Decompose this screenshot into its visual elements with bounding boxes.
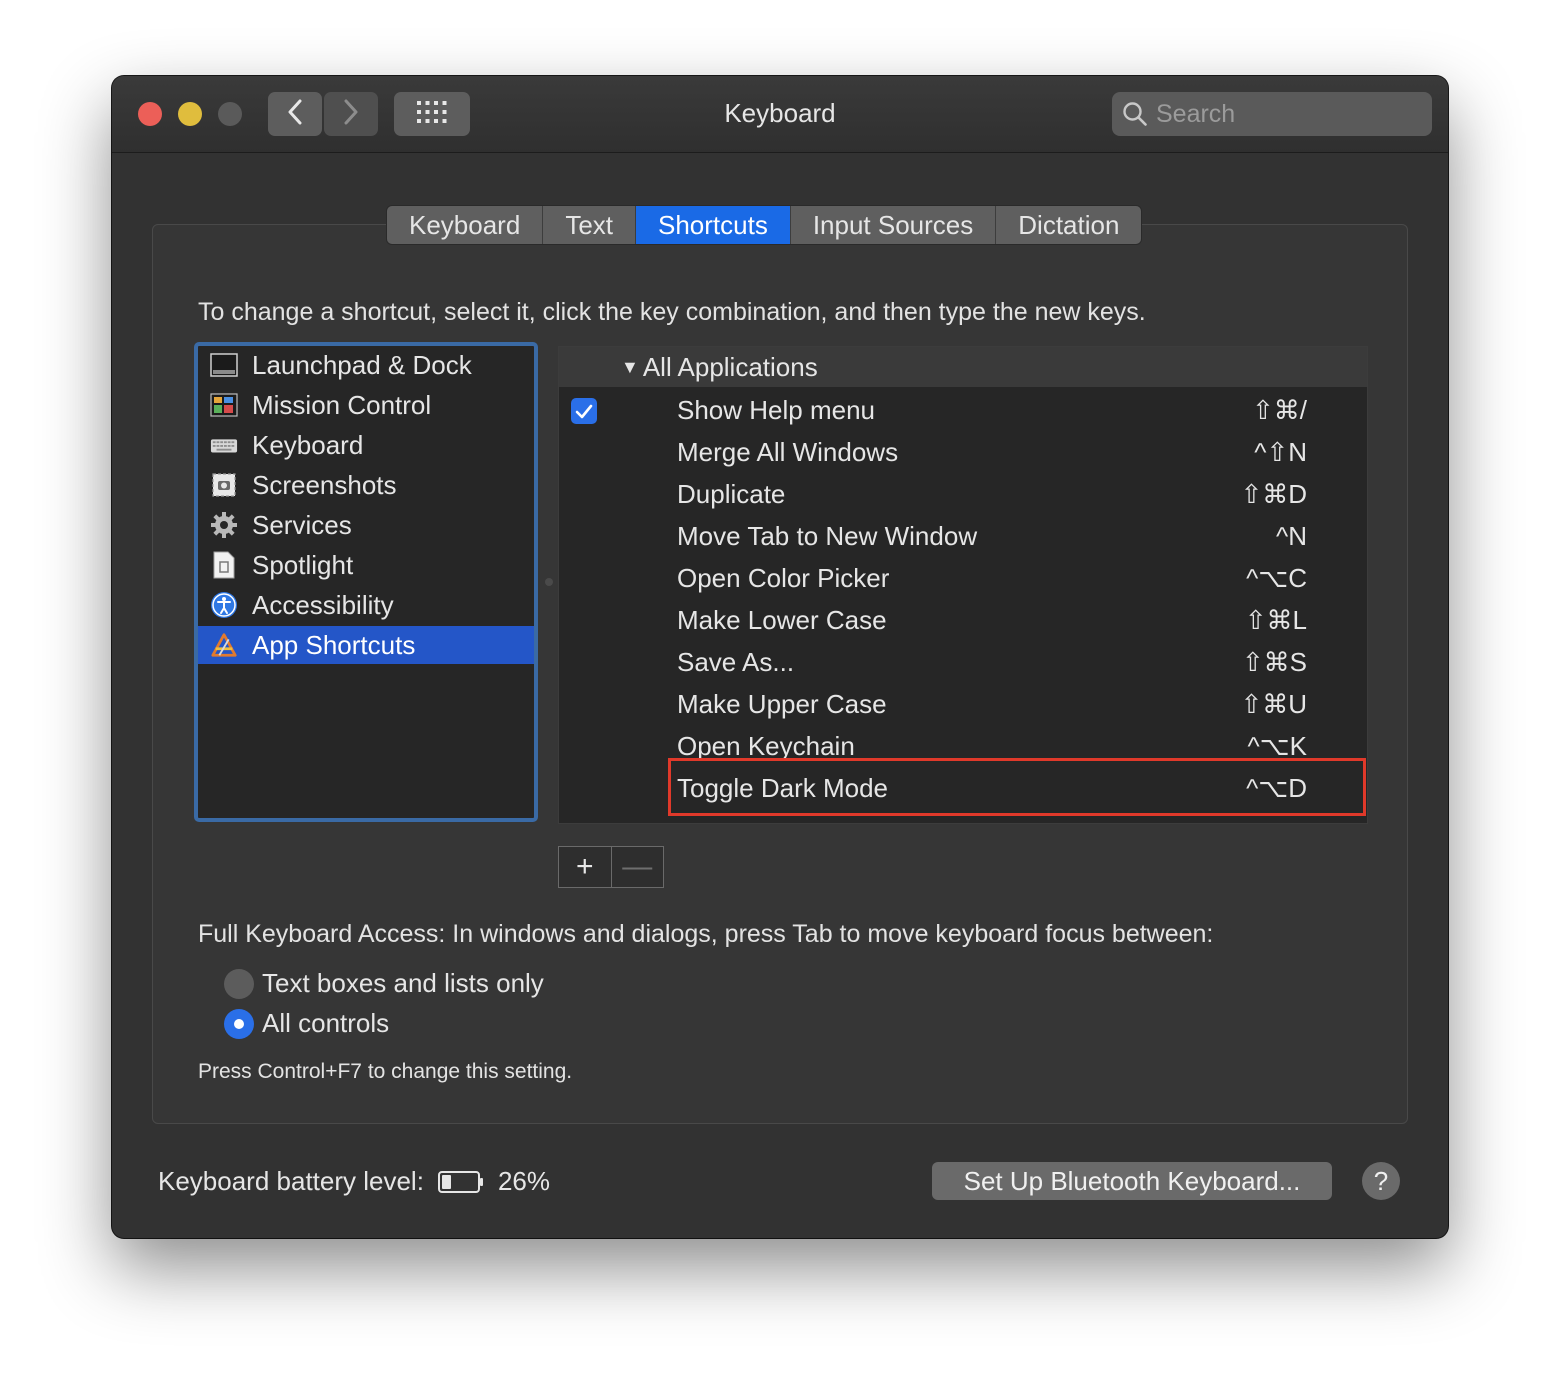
shortcut-keys[interactable]: ⇧⌘U [1240,689,1307,720]
shortcut-name: Make Lower Case [677,605,887,635]
accessibility-icon [210,591,238,619]
app-store-icon [210,631,238,659]
shortcut-row[interactable]: Make Upper Case ⇧⌘U [559,683,1367,725]
full-keyboard-access-label: Full Keyboard Access: In windows and dia… [198,920,1214,948]
shortcut-name: Duplicate [677,479,786,509]
screenshots-icon [210,471,238,499]
remove-shortcut-button[interactable]: — [612,847,664,887]
shortcut-name: Merge All Windows [677,437,899,467]
shortcut-name: Make Upper Case [677,689,887,719]
category-label: Spotlight [252,549,354,580]
enable-checkbox[interactable] [571,398,597,424]
shortcut-group-header[interactable]: ▼ All Applications [559,347,1367,387]
category-mission-control[interactable]: Mission Control [198,386,534,424]
tab-shortcuts[interactable]: Shortcuts [636,206,791,244]
help-button[interactable]: ? [1362,1162,1400,1200]
radio-label: Text boxes and lists only [262,968,544,998]
shortcut-name: Toggle Dark Mode [677,773,888,803]
split-view-handle[interactable] [545,578,553,586]
category-screenshots[interactable]: Screenshots [198,466,534,504]
tab-dictation[interactable]: Dictation [996,206,1142,244]
category-spotlight[interactable]: Spotlight [198,546,534,584]
category-label: Screenshots [252,469,397,500]
shortcut-name: Open Keychain [677,731,855,761]
shortcuts-list[interactable]: ▼ All Applications Show Help menu ⇧⌘/ Me… [558,346,1368,824]
shortcut-name: Move Tab to New Window [677,521,978,551]
setup-bluetooth-keyboard-button[interactable]: Set Up Bluetooth Keyboard... [932,1162,1332,1200]
radio-button[interactable] [224,968,254,999]
shortcut-row[interactable]: Open Keychain ^⌥K [559,725,1367,767]
shortcut-keys[interactable]: ^⇧N [1254,437,1307,468]
shortcut-keys[interactable]: ⇧⌘L [1245,605,1307,636]
search-placeholder: Search [1156,99,1236,128]
category-list[interactable]: Launchpad & Dock Mission Control Keyboar… [194,342,538,822]
shortcut-keys[interactable]: ⇧⌘S [1242,647,1307,678]
shortcut-keys[interactable]: ^N [1276,521,1307,552]
add-shortcut-button[interactable]: + [559,847,612,887]
category-label: App Shortcuts [252,629,416,660]
shortcut-row[interactable]: Duplicate ⇧⌘D [559,473,1367,515]
radio-button[interactable] [224,1008,254,1039]
setting-hint: Press Control+F7 to change this setting. [198,1060,573,1083]
category-label: Accessibility [252,589,394,620]
title-bar: Keyboard Search [112,76,1448,153]
shortcut-keys[interactable]: ⇧⌘D [1240,479,1307,510]
shortcut-keys[interactable]: ^⌥K [1247,731,1307,762]
category-app-shortcuts[interactable]: App Shortcuts [198,626,534,664]
shortcut-name: Save As... [677,647,795,677]
category-label: Launchpad & Dock [252,349,472,380]
category-label: Keyboard [252,429,364,460]
radio-label: All controls [262,1008,390,1038]
category-label: Mission Control [252,389,432,420]
search-icon [1122,101,1148,127]
shortcut-row[interactable]: Merge All Windows ^⇧N [559,431,1367,473]
radio-text-boxes[interactable]: Text boxes and lists only [224,968,544,999]
shortcut-row[interactable]: Save As... ⇧⌘S [559,641,1367,683]
tab-text[interactable]: Text [543,206,636,244]
shortcut-keys[interactable]: ⇧⌘/ [1252,395,1307,426]
shortcut-name: Open Color Picker [677,563,890,593]
shortcut-row-toggle-dark-mode[interactable]: Toggle Dark Mode ^⌥D [559,767,1367,809]
disclosure-triangle-icon[interactable]: ▼ [621,357,639,378]
instructions-text: To change a shortcut, select it, click t… [198,298,1146,326]
checkmark-icon [575,396,593,427]
shortcut-row[interactable]: Move Tab to New Window ^N [559,515,1367,557]
search-field[interactable]: Search [1112,92,1432,136]
battery-icon [437,1170,484,1194]
category-accessibility[interactable]: Accessibility [198,586,534,624]
tab-keyboard[interactable]: Keyboard [387,206,544,244]
gear-icon [210,511,238,539]
category-services[interactable]: Services [198,506,534,544]
category-label: Services [252,509,352,540]
category-keyboard[interactable]: Keyboard [198,426,534,464]
tab-bar: Keyboard Text Shortcuts Input Sources Di… [386,205,1143,245]
tab-input-sources[interactable]: Input Sources [790,206,997,244]
radio-all-controls[interactable]: All controls [224,1008,389,1039]
shortcut-keys[interactable]: ^⌥C [1246,563,1307,594]
shortcut-row[interactable]: Show Help menu ⇧⌘/ [559,389,1367,431]
launchpad-dock-icon [210,351,238,379]
shortcut-keys[interactable]: ^⌥D [1246,773,1307,804]
preferences-window: Keyboard Search Keyboard Text Shortcuts … [112,76,1448,1238]
battery-percent: 26% [497,1166,550,1196]
shortcut-row[interactable]: Make Lower Case ⇧⌘L [559,599,1367,641]
add-remove-control: + — [558,846,664,888]
shortcut-row[interactable]: Open Color Picker ^⌥C [559,557,1367,599]
battery-status: Keyboard battery level: 26% [158,1166,550,1197]
category-launchpad-dock[interactable]: Launchpad & Dock [198,346,534,384]
shortcut-name: Show Help menu [677,395,875,425]
keyboard-icon [210,431,238,459]
spotlight-icon [210,551,238,579]
group-label: All Applications [642,351,818,382]
battery-label: Keyboard battery level: [158,1166,424,1196]
mission-control-icon [210,391,238,419]
